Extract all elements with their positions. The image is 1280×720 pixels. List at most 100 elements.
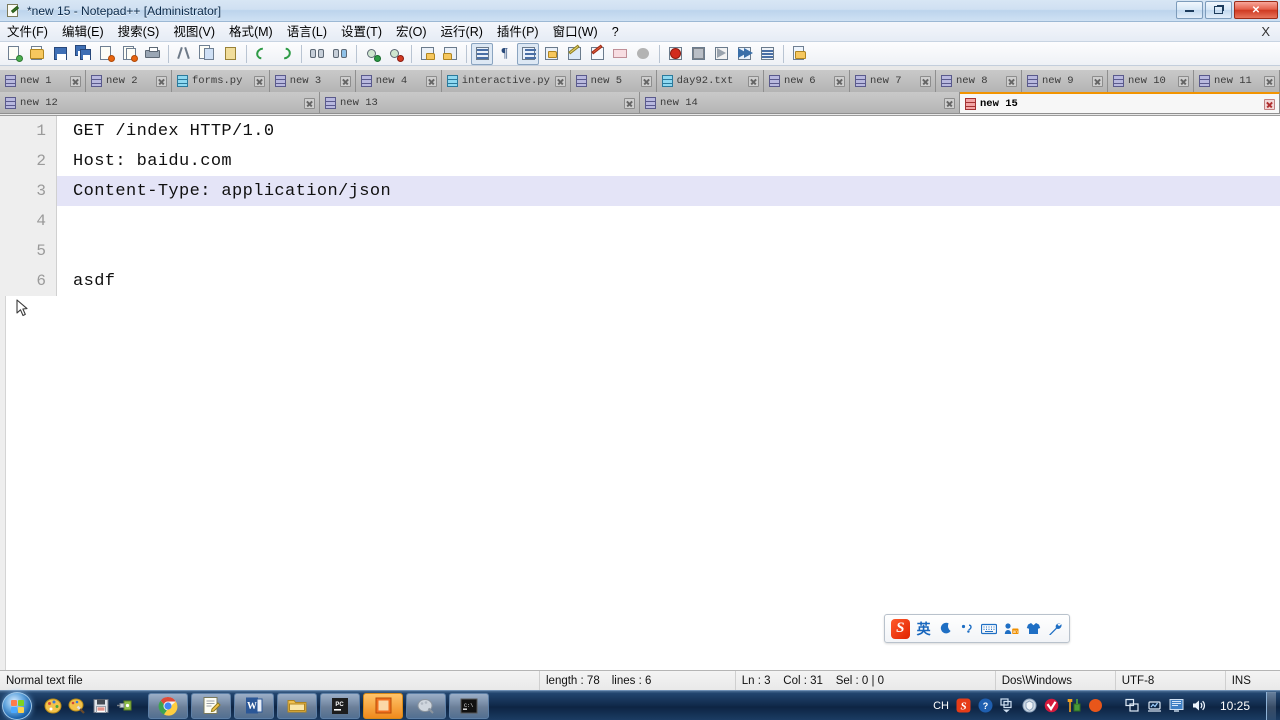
editor-line[interactable]: 5 (0, 236, 1280, 266)
tab-close-icon[interactable] (554, 75, 566, 87)
tab-day92-txt[interactable]: day92.txt (656, 70, 764, 92)
undo-button[interactable] (251, 43, 273, 65)
tab-new-10[interactable]: new 10 (1108, 70, 1194, 92)
tab-new-12[interactable]: new 12 (0, 92, 320, 113)
menu-file[interactable]: 文件(F) (0, 23, 55, 41)
menu-format[interactable]: 格式(M) (222, 23, 280, 41)
task-chrome[interactable] (148, 692, 188, 719)
fold-margin[interactable] (56, 116, 66, 146)
word-wrap-button[interactable] (471, 42, 493, 65)
help-question-icon[interactable]: ? (978, 698, 993, 713)
menu-language[interactable]: 语言(L) (280, 23, 334, 41)
function-list-button[interactable] (609, 43, 631, 65)
close-document-button[interactable]: X (1261, 24, 1280, 39)
run-button[interactable] (788, 43, 810, 65)
status-eol[interactable]: Dos\Windows (996, 670, 1116, 691)
tab-close-icon[interactable] (304, 97, 315, 109)
macro-run-multiple-button[interactable] (733, 43, 755, 65)
tab-close-icon[interactable] (1264, 98, 1275, 110)
tab-new-1[interactable]: new 1 (0, 70, 86, 92)
tab-close-icon[interactable] (640, 75, 652, 87)
menu-help[interactable]: ? (605, 23, 626, 41)
fold-margin[interactable] (56, 146, 66, 176)
ime-input-method-icon[interactable]: an (1003, 620, 1019, 638)
tab-close-icon[interactable] (1178, 75, 1189, 87)
editor-line[interactable]: 2 Host: baidu.com (0, 146, 1280, 176)
network-monitor-icon[interactable] (1147, 698, 1162, 713)
menu-window[interactable]: 窗口(W) (546, 23, 605, 41)
status-insert-mode[interactable]: INS (1226, 671, 1280, 691)
security-shield-icon[interactable] (1022, 698, 1037, 713)
status-encoding[interactable]: UTF-8 (1116, 670, 1226, 691)
tab-close-icon[interactable] (748, 75, 759, 87)
zoom-in-button[interactable] (361, 43, 383, 65)
tab-new-13[interactable]: new 13 (320, 92, 640, 113)
taskbar-clock[interactable]: 10:25 (1213, 699, 1257, 713)
folder-as-workspace-button[interactable] (632, 43, 654, 65)
editor-line[interactable]: 1 GET /index HTTP/1.0 (0, 116, 1280, 146)
save-button[interactable] (49, 43, 71, 65)
tab-close-icon[interactable] (253, 75, 265, 87)
tab-new-2[interactable]: new 2 (86, 70, 172, 92)
task-current-window[interactable] (363, 692, 403, 719)
tab-close-icon[interactable] (70, 75, 81, 87)
copy-button[interactable] (196, 43, 218, 65)
tab-close-icon[interactable] (624, 97, 635, 109)
editor-line[interactable]: 6 asdf (0, 266, 1280, 296)
cut-button[interactable] (173, 43, 195, 65)
tab-close-icon[interactable] (834, 75, 845, 87)
sync-vertical-scroll-button[interactable] (416, 43, 438, 65)
print-button[interactable] (141, 43, 163, 65)
sync-horizontal-scroll-button[interactable] (439, 43, 461, 65)
tab-new-7[interactable]: new 7 (850, 70, 936, 92)
sogou-logo-icon[interactable]: S (891, 618, 910, 639)
editor-area[interactable]: 1 GET /index HTTP/1.0 2 Host: baidu.com … (0, 115, 1280, 670)
menu-run[interactable]: 运行(R) (434, 23, 490, 41)
tab-interactive-py[interactable]: interactive.py (441, 70, 571, 92)
menu-search[interactable]: 搜索(S) (111, 23, 167, 41)
ime-skin-icon[interactable] (1025, 620, 1041, 638)
task-pycharm[interactable]: PC (320, 692, 360, 719)
fold-margin[interactable] (56, 266, 66, 296)
find-button[interactable] (306, 43, 328, 65)
language-indicator[interactable]: CH (933, 700, 949, 712)
tab-new-9[interactable]: new 9 (1022, 70, 1108, 92)
show-all-chars-button[interactable]: ¶ (494, 43, 516, 65)
close-button[interactable]: ✕ (1234, 1, 1278, 19)
tab-new-15[interactable]: new 15 (960, 92, 1280, 113)
show-doc-map-button[interactable] (563, 43, 585, 65)
redo-button[interactable] (274, 43, 296, 65)
tab-close-icon[interactable] (944, 97, 955, 109)
recording-icon[interactable] (1088, 698, 1103, 713)
display-icon[interactable] (1169, 698, 1184, 713)
ime-soft-keyboard-icon[interactable] (981, 620, 998, 638)
editor-line[interactable]: 4 (0, 206, 1280, 236)
safely-remove-hardware-icon[interactable] (1125, 698, 1140, 713)
tab-forms-py[interactable]: forms.py (172, 70, 270, 92)
menu-plugins[interactable]: 插件(P) (490, 23, 546, 41)
open-file-button[interactable] (26, 43, 48, 65)
menu-view[interactable]: 视图(V) (166, 23, 222, 41)
tab-new-4[interactable]: new 4 (355, 70, 442, 92)
tab-new-3[interactable]: new 3 (269, 70, 356, 92)
doc-switcher-button[interactable] (586, 43, 608, 65)
tab-close-icon[interactable] (920, 75, 931, 87)
show-desktop-button[interactable] (1266, 691, 1276, 720)
ime-punctuation-icon[interactable] (959, 620, 975, 638)
tools-icon[interactable] (1066, 698, 1081, 713)
show-hidden-icons-icon[interactable] (1000, 698, 1015, 713)
antivirus-icon[interactable] (1044, 698, 1059, 713)
macro-save-button[interactable] (756, 43, 778, 65)
menu-edit[interactable]: 编辑(E) (55, 23, 111, 41)
sogou-tray-icon[interactable]: S (956, 698, 971, 713)
macro-record-button[interactable] (664, 43, 686, 65)
task-word[interactable]: W (234, 692, 274, 719)
fold-margin[interactable] (56, 176, 66, 206)
close-all-button[interactable] (118, 43, 140, 65)
task-paint[interactable] (406, 692, 446, 719)
sogou-ime-toolbar[interactable]: S 英 an (884, 614, 1070, 643)
ime-moon-icon[interactable] (938, 620, 954, 638)
paste-button[interactable] (219, 43, 241, 65)
task-cmd[interactable]: C:\ (449, 692, 489, 719)
ime-english-mode-icon[interactable]: 英 (916, 620, 932, 638)
